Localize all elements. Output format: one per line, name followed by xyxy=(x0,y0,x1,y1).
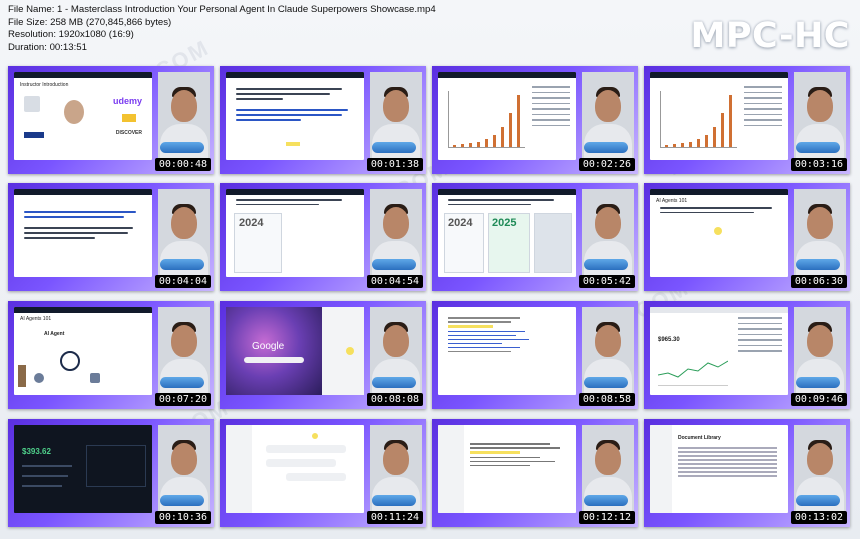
timestamp: 00:10:36 xyxy=(154,511,211,524)
thumbnail[interactable]: $965.30 00:09:46 xyxy=(644,301,850,409)
slide-content: $393.62 xyxy=(14,425,152,513)
timestamp: 00:08:58 xyxy=(578,393,635,406)
slide-content xyxy=(14,189,152,277)
timestamp: 00:04:04 xyxy=(154,275,211,288)
microphone xyxy=(796,377,840,388)
thumbnail[interactable]: 00:12:12 xyxy=(432,419,638,527)
bar-chart xyxy=(448,91,525,148)
stock-price: $965.30 xyxy=(658,337,680,343)
thumbnail[interactable]: AI Agents 101 00:06:30 xyxy=(644,183,850,291)
samsung-logo xyxy=(24,132,44,138)
thumbnail[interactable]: 00:08:58 xyxy=(432,301,638,409)
slide-content: AI Agents 101 xyxy=(650,189,788,277)
slide-content: $965.30 xyxy=(650,307,788,395)
slide-content xyxy=(438,72,576,160)
mpc-hc-logo: MPC-HC xyxy=(690,16,850,56)
slide-content: 2024 xyxy=(226,189,364,277)
meaning-table xyxy=(532,86,570,130)
thumbnail[interactable]: 2024 00:04:54 xyxy=(220,183,426,291)
google-logo: Google xyxy=(252,341,285,352)
slide-title: Instructor Introduction xyxy=(20,82,69,88)
stock-chart xyxy=(657,355,729,386)
microphone xyxy=(372,142,416,153)
microphone xyxy=(796,142,840,153)
timestamp: 00:07:20 xyxy=(154,393,211,406)
thumbnail[interactable]: 2024 2025 00:05:42 xyxy=(432,183,638,291)
timestamp: 00:04:54 xyxy=(366,275,423,288)
meaning-table xyxy=(744,86,782,130)
browser-galaxy-wallpaper: Google xyxy=(226,307,322,395)
thumbnail[interactable]: 00:01:38 xyxy=(220,66,426,174)
microphone xyxy=(796,495,840,506)
microphone xyxy=(584,142,628,153)
microphone xyxy=(372,259,416,270)
microphone xyxy=(584,259,628,270)
slide-content xyxy=(438,307,576,395)
microphone xyxy=(584,377,628,388)
dashboard-value: $393.62 xyxy=(22,447,51,456)
eiffel-icon xyxy=(18,365,26,387)
year-label: 2025 xyxy=(492,217,517,229)
thumbnail[interactable]: Google 00:08:08 xyxy=(220,301,426,409)
duration: Duration: 00:13:51 xyxy=(8,41,87,53)
thumbnail[interactable]: 00:11:24 xyxy=(220,419,426,527)
thumbnail[interactable]: 00:03:16 xyxy=(644,66,850,174)
slide-content: Instructor Introduction udemy DISCOVER xyxy=(14,72,152,160)
microphone xyxy=(160,377,204,388)
file-size: File Size: 258 MB (270,845,866 bytes) xyxy=(8,16,172,28)
bar-chart xyxy=(660,91,737,148)
thumbnail[interactable]: 00:04:04 xyxy=(8,183,214,291)
microphone xyxy=(372,495,416,506)
timestamp: 00:09:46 xyxy=(790,393,847,406)
timestamp: 00:11:24 xyxy=(366,511,423,524)
thumbnail[interactable]: Instructor Introduction udemy DISCOVER 0… xyxy=(8,66,214,174)
timestamp: 00:13:02 xyxy=(790,511,847,524)
microphone xyxy=(796,259,840,270)
slide-content xyxy=(226,425,364,513)
instructor-photo xyxy=(64,100,84,124)
thumbnail[interactable]: Document Library 00:13:02 xyxy=(644,419,850,527)
agent-icon xyxy=(60,351,80,371)
slide-title: AI Agents 101 xyxy=(656,198,688,204)
microphone xyxy=(584,495,628,506)
search-box xyxy=(244,357,304,363)
microphone xyxy=(372,377,416,388)
slide-content: Document Library xyxy=(650,425,788,513)
slide-content xyxy=(438,425,576,513)
ai-agent-label: AI Agent xyxy=(44,331,65,337)
timestamp: 00:00:48 xyxy=(154,158,211,171)
microphone xyxy=(160,495,204,506)
slide-content: 2024 2025 xyxy=(438,189,576,277)
timestamp: 00:12:12 xyxy=(578,511,635,524)
timestamp: 00:08:08 xyxy=(366,393,423,406)
timestamp: 00:03:16 xyxy=(790,158,847,171)
thumbnail[interactable]: AI Agents 101 AI Agent 00:07:20 xyxy=(8,301,214,409)
microphone xyxy=(160,142,204,153)
slide-content xyxy=(650,72,788,160)
timestamp: 00:01:38 xyxy=(366,158,423,171)
year-label: 2024 xyxy=(239,217,264,229)
thumbnail[interactable]: $393.62 00:10:36 xyxy=(8,419,214,527)
resolution: Resolution: 1920x1080 (16:9) xyxy=(8,29,134,40)
microphone xyxy=(160,259,204,270)
year-label: 2024 xyxy=(448,217,473,229)
file-info-block: File Name: 1 - Masterclass Introduction … xyxy=(8,4,436,54)
side-panel xyxy=(322,307,364,395)
timestamp: 00:05:42 xyxy=(578,275,635,288)
timestamp: 00:06:30 xyxy=(790,275,847,288)
udemy-logo: udemy xyxy=(112,96,142,106)
file-name: File Name: 1 - Masterclass Introduction … xyxy=(8,4,436,15)
discover-logo: DISCOVER xyxy=(115,130,142,136)
page-title: Document Library xyxy=(678,435,721,441)
slide-content: AI Agents 101 AI Agent xyxy=(14,307,152,395)
timestamp: 00:02:26 xyxy=(578,158,635,171)
slide-content xyxy=(226,72,364,160)
thumbnail[interactable]: 00:02:26 xyxy=(432,66,638,174)
